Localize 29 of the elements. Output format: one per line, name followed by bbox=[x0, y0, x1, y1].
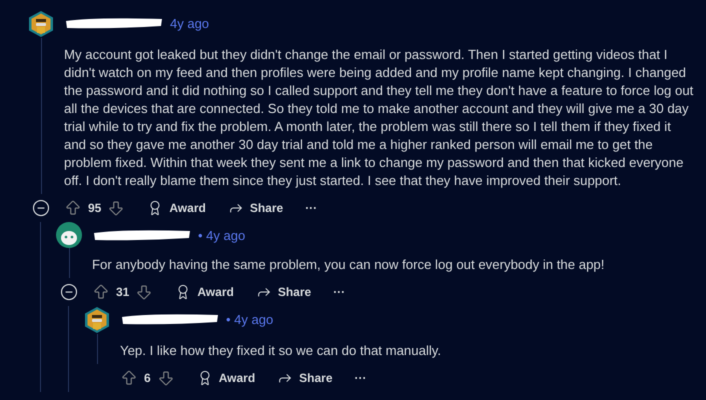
share-button[interactable]: Share bbox=[277, 370, 333, 386]
share-button[interactable]: Share bbox=[256, 284, 312, 300]
share-button[interactable]: Share bbox=[228, 200, 284, 216]
award-button[interactable]: Award bbox=[175, 284, 234, 300]
collapse-icon[interactable] bbox=[60, 283, 78, 301]
upvote-icon[interactable] bbox=[64, 199, 82, 217]
downvote-icon[interactable] bbox=[107, 199, 126, 217]
comment-text: For anybody having the same problem, you can now force log out everybody in the app! bbox=[92, 256, 606, 274]
avatar-icon bbox=[84, 306, 110, 334]
downvote-icon[interactable] bbox=[135, 283, 154, 301]
vote-count: 31 bbox=[116, 285, 130, 299]
upvote-icon[interactable] bbox=[92, 283, 110, 301]
vote-count: 6 bbox=[144, 371, 151, 385]
downvote-icon[interactable] bbox=[156, 369, 175, 387]
avatar-icon bbox=[28, 10, 54, 38]
more-button[interactable]: ··· bbox=[333, 285, 346, 299]
avatar-icon bbox=[56, 222, 82, 248]
timestamp[interactable]: • 4y ago bbox=[226, 312, 274, 326]
timestamp[interactable]: • 4y ago bbox=[198, 228, 246, 242]
award-button[interactable]: Award bbox=[196, 370, 256, 386]
upvote-icon[interactable] bbox=[120, 369, 138, 387]
collapse-icon[interactable] bbox=[32, 199, 50, 217]
comment-text: Yep. I like how they fixed it so we can do that manually. bbox=[120, 342, 442, 360]
timestamp[interactable]: 4y ago bbox=[170, 16, 210, 30]
vote-count: 95 bbox=[88, 201, 102, 215]
more-button[interactable]: ··· bbox=[354, 371, 367, 385]
comment-text: My account got leaked but they didn't change the email or password. Then I started getting videos that I didn't watch on my feed and then profiles were being added and my profile name kept changing. I changed the password and it did nothing so I called support and they tell me they don't have a feature to force log out all the devices that are connected. So they told me to make another account and they will give me a 30 day trial while to try and fix the problem. A month later, the problem was still there so I tell them if they fixed it and so they gave me another 30 day trial and told me a higher ranked person will email me to get the problem fixed. Within that week they sent me a link to change my password and then that kicked everyone off. I don't really blame them since they just started. I see that they have improved their support. bbox=[64, 46, 694, 190]
award-button[interactable]: Award bbox=[147, 200, 206, 216]
more-button[interactable]: ··· bbox=[305, 201, 318, 215]
